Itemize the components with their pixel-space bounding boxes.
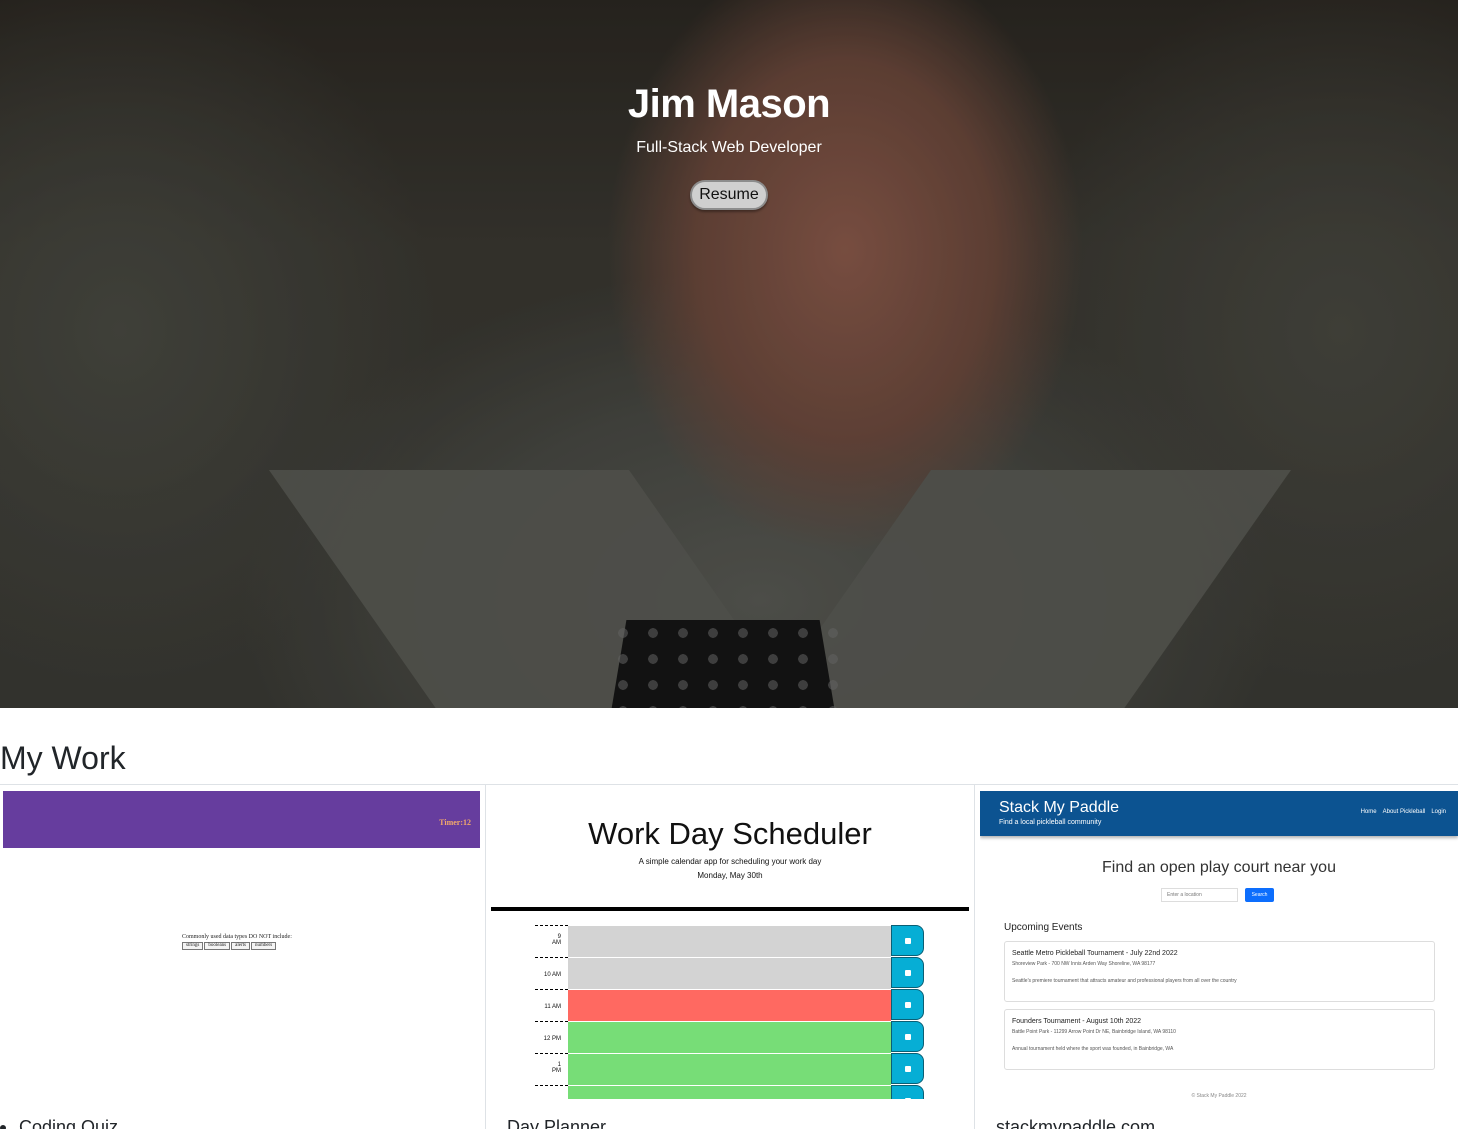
paddle-event-description: Seattle's premiere tournament that attra… [1012, 978, 1237, 984]
planner-hour-label: 1 PM [535, 1053, 568, 1085]
planner-hour-block [568, 957, 891, 989]
paddle-tagline: Find a local pickleball community [999, 819, 1102, 826]
quiz-answer: alerts [231, 942, 250, 950]
planner-date: Monday, May 30th [697, 871, 763, 880]
quiz-answer: strings [182, 942, 204, 950]
paddle-event-title: Founders Tournament - August 10th 2022 [1012, 1018, 1142, 1025]
project-card-day-planner[interactable]: Work Day Scheduler A simple calendar app… [486, 785, 975, 1129]
hero-role: Full-Stack Web Developer [636, 139, 822, 156]
paddle-nav-links: Home About Pickleball Login [1361, 809, 1446, 815]
planner-hour-row: 10 AM [535, 957, 925, 989]
paddle-nav-link: About Pickleball [1382, 809, 1426, 815]
planner-hour-block [568, 1085, 891, 1099]
planner-hour-label: 12 PM [535, 1021, 568, 1053]
planner-hour-block [568, 989, 891, 1021]
save-icon [905, 1098, 911, 1099]
quiz-question: Commonly used data types DO NOT include: [182, 934, 292, 940]
paddle-nav-link: Login [1431, 809, 1446, 815]
planner-hour-row: 12 PM [535, 1021, 925, 1053]
paddle-events-title: Upcoming Events [1004, 922, 1083, 933]
planner-hour-row: 2 [535, 1085, 925, 1099]
project-link-coding-quiz[interactable]: Coding Quiz [19, 1116, 118, 1129]
planner-hour-row: 9 AM [535, 925, 925, 957]
planner-hour-label: 11 AM [535, 989, 568, 1021]
project-grid: Timer:12 Commonly used data types DO NOT… [0, 784, 1458, 1129]
project-screenshot-stackmypaddle[interactable]: Stack My Paddle Find a local pickleball … [980, 791, 1458, 1099]
planner-hour-label: 9 AM [535, 925, 568, 957]
paddle-event-description: Annual tournament held where the sport w… [1012, 1046, 1174, 1052]
planner-hour-block [568, 925, 891, 957]
paddle-event-card: Seattle Metro Pickleball Tournament - Ju… [1004, 941, 1435, 1002]
planner-save-button [891, 989, 924, 1020]
project-screenshot-day-planner[interactable]: Work Day Scheduler A simple calendar app… [491, 791, 969, 1099]
hero-banner: Jim Mason Full-Stack Web Developer Resum… [0, 0, 1458, 708]
planner-divider [491, 907, 969, 911]
hero-name: Jim Mason [627, 82, 831, 126]
paddle-headline: Find an open play court near you [1102, 859, 1336, 876]
quiz-answer: numbers [250, 942, 277, 950]
project-card-coding-quiz[interactable]: Timer:12 Commonly used data types DO NOT… [0, 785, 486, 1129]
planner-save-button [891, 957, 924, 988]
planner-subtitle: A simple calendar app for scheduling you… [638, 857, 822, 866]
paddle-event-title: Seattle Metro Pickleball Tournament - Ju… [1012, 950, 1178, 957]
quiz-timer: Timer:12 [439, 818, 471, 827]
my-work-title: My Work [0, 740, 126, 776]
save-icon [905, 1002, 911, 1008]
planner-hour-block [568, 1053, 891, 1085]
planner-hour-label: 2 [535, 1085, 568, 1099]
planner-save-button [891, 925, 924, 956]
project-card-stackmypaddle[interactable]: Stack My Paddle Find a local pickleball … [975, 785, 1458, 1129]
paddle-navbar: Stack My Paddle Find a local pickleball … [980, 791, 1458, 836]
quiz-answer: booleans [204, 942, 231, 950]
planner-hour-row: 11 AM [535, 989, 925, 1021]
paddle-nav-link: Home [1360, 809, 1377, 815]
planner-save-button [891, 1021, 924, 1052]
paddle-search: Enter a location Search [1161, 888, 1274, 902]
planner-hour-label: 10 AM [535, 957, 568, 989]
paddle-footer: © Stack My Paddle 2022 [1191, 1093, 1247, 1099]
paddle-event-location: Battle Point Park - 11299 Arrow Point Dr… [1012, 1029, 1176, 1035]
paddle-brand: Stack My Paddle [999, 799, 1120, 816]
save-icon [905, 1066, 911, 1072]
paddle-event-card: Founders Tournament - August 10th 2022 B… [1004, 1009, 1435, 1070]
resume-button[interactable]: Resume [690, 180, 768, 210]
planner-save-button [891, 1053, 924, 1084]
save-icon [905, 970, 911, 976]
quiz-answers: strings booleans alerts numbers [182, 942, 277, 950]
save-icon [905, 1034, 911, 1040]
project-link-stackmypaddle[interactable]: stackmypaddle.com [996, 1116, 1155, 1129]
quiz-header-bar [3, 791, 480, 848]
save-icon [905, 938, 911, 944]
paddle-search-button: Search [1245, 888, 1274, 902]
hero-content: Jim Mason Full-Stack Web Developer Resum… [0, 80, 1458, 210]
planner-save-button [891, 1085, 924, 1099]
planner-hour-row: 1 PM [535, 1053, 925, 1085]
planner-title: Work Day Scheduler [588, 816, 872, 851]
project-link-day-planner[interactable]: Day Planner [507, 1116, 606, 1129]
paddle-search-input: Enter a location [1161, 888, 1238, 902]
paddle-event-location: Shoreview Park - 700 NW Innis Arden Way … [1012, 961, 1156, 967]
planner-hour-rows: 9 AM10 AM11 AM12 PM1 PM2 [535, 925, 925, 1099]
caption-bullet [0, 1125, 6, 1129]
project-screenshot-coding-quiz[interactable]: Timer:12 Commonly used data types DO NOT… [3, 791, 480, 1099]
planner-hour-block [568, 1021, 891, 1053]
